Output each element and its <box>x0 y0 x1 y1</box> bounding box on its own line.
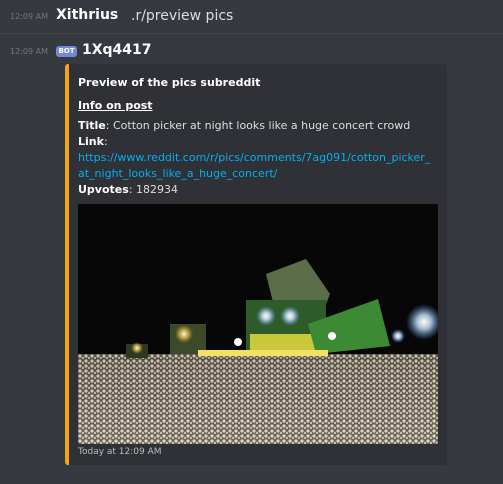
post-link-continued[interactable]: at_night_looks_like_a_huge_concert/ <box>78 167 277 180</box>
embed-footer-timestamp: Today at 12:09 AM <box>78 447 162 457</box>
message-xithrius: 12:09 AM Xithrius .r/preview pics <box>0 0 503 36</box>
post-link-sep: : <box>103 135 108 148</box>
post-title-line: Title: Cotton picker at night looks like… <box>78 119 410 132</box>
post-title-value: : Cotton picker at night looks like a hu… <box>105 119 411 132</box>
post-link[interactable]: https://www.reddit.com/r/pics/comments/7… <box>78 151 430 164</box>
upvotes-label: Upvotes <box>78 183 129 196</box>
embed-title: Preview of the pics subreddit <box>78 76 261 89</box>
post-link-url-2[interactable]: at_night_looks_like_a_huge_concert/ <box>78 167 277 180</box>
upvotes-value: : 182934 <box>128 183 179 196</box>
post-link-label: Link <box>78 135 104 148</box>
message-content: .r/preview pics <box>131 8 234 24</box>
message-timestamp: 12:09 AM <box>10 47 48 56</box>
upvotes-line: Upvotes: 182934 <box>78 183 178 196</box>
author-name[interactable]: Xithrius <box>56 7 118 23</box>
post-image[interactable] <box>78 204 438 444</box>
bot-badge: BOT <box>56 46 77 57</box>
post-link-url-1[interactable]: https://www.reddit.com/r/pics/comments/7… <box>78 151 430 164</box>
embed-card: Preview of the pics subreddit Info on po… <box>65 64 447 465</box>
section-title: Info on post <box>78 99 153 112</box>
message-divider <box>0 33 503 34</box>
cotton-picker-photo <box>78 204 438 444</box>
post-title-label: Title <box>78 119 106 132</box>
post-link-line: Link: <box>78 135 108 148</box>
author-name[interactable]: 1Xq4417 <box>82 42 152 58</box>
message-timestamp: 12:09 AM <box>10 12 48 21</box>
